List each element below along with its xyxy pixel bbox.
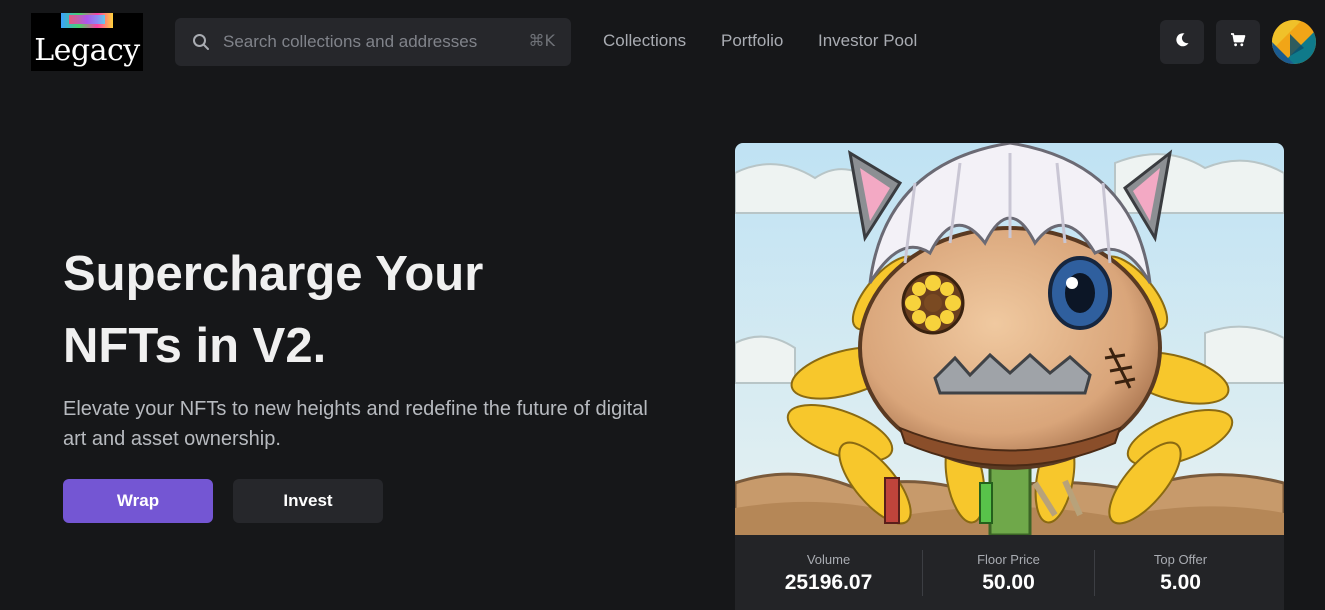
moon-icon	[1174, 32, 1190, 53]
invest-button[interactable]: Invest	[233, 479, 383, 523]
logo-flag-graphic	[61, 13, 113, 28]
search-bar[interactable]: ⌘K	[175, 18, 571, 66]
hero-title-line-2: NFTs in V2.	[63, 319, 327, 373]
logo-text: Legacy	[34, 33, 140, 68]
stat-top-offer: Top Offer 5.00	[1095, 535, 1266, 610]
search-icon	[192, 33, 210, 51]
theme-toggle-button[interactable]	[1160, 20, 1204, 64]
legacy-logo[interactable]: Legacy	[31, 13, 143, 71]
top-navbar: Legacy ⌘K Collections Portfolio Investor…	[0, 0, 1325, 84]
wrap-button[interactable]: Wrap	[63, 479, 213, 523]
stat-top-offer-value: 5.00	[1160, 571, 1201, 594]
cart-button[interactable]	[1216, 20, 1260, 64]
search-shortcut-hint: ⌘K	[528, 31, 556, 50]
nav-portfolio[interactable]: Portfolio	[721, 31, 783, 51]
nft-stats-bar: Volume 25196.07 Floor Price 50.00 Top Of…	[735, 535, 1284, 610]
hero-subtitle: Elevate your NFTs to new heights and red…	[63, 398, 648, 450]
stat-volume: Volume 25196.07	[735, 535, 922, 610]
featured-nft-card[interactable]: Volume 25196.07 Floor Price 50.00 Top Of…	[735, 143, 1284, 610]
stat-floor-price-label: Floor Price	[977, 552, 1040, 567]
stat-top-offer-label: Top Offer	[1153, 552, 1208, 567]
hero-title: Supercharge Your NFTs in V2.	[63, 238, 663, 382]
avatar[interactable]	[1272, 20, 1316, 64]
stat-floor-price: Floor Price 50.00	[923, 535, 1094, 610]
hero-title-line-1: Supercharge Your	[63, 247, 484, 301]
nft-artwork-image	[735, 143, 1284, 537]
search-input[interactable]	[223, 18, 513, 66]
stat-floor-price-value: 50.00	[982, 571, 1035, 594]
stat-volume-value: 25196.07	[784, 571, 873, 594]
nav-investor-pool[interactable]: Investor Pool	[818, 31, 917, 51]
nav-collections[interactable]: Collections	[603, 31, 686, 51]
stat-volume-label: Volume	[806, 552, 851, 567]
cart-icon	[1230, 32, 1246, 53]
